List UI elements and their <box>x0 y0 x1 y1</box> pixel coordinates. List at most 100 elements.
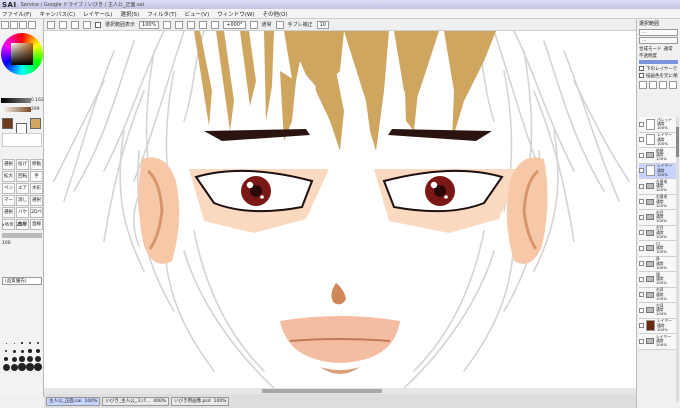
eye-icon[interactable] <box>639 276 644 282</box>
menu-select[interactable]: 選択(S) <box>120 10 139 18</box>
rotation-field[interactable]: +000° <box>223 20 246 29</box>
opacity-slider[interactable] <box>639 60 678 64</box>
tool-select-pen[interactable]: 選択ペン <box>30 195 43 206</box>
layer-row[interactable]: 左目 通常 100% <box>639 225 679 241</box>
brush-preset[interactable] <box>26 339 34 347</box>
brush-size-min[interactable]: x 5.0 <box>2 223 13 228</box>
layer-scroll-thumb[interactable] <box>676 127 679 157</box>
layer-effect-button[interactable]: … <box>639 29 678 36</box>
brush-preset[interactable] <box>10 355 18 363</box>
eye-icon[interactable] <box>639 307 644 313</box>
new-layer-icon[interactable] <box>639 81 647 89</box>
layer-row[interactable]: 右目 通常 100% <box>639 210 679 226</box>
eye-icon[interactable] <box>639 183 644 189</box>
brush-size-slider[interactable] <box>2 233 42 238</box>
color-square[interactable] <box>11 43 33 65</box>
hsv-slider-icon[interactable] <box>19 21 27 29</box>
rotate-right-icon[interactable] <box>211 20 220 29</box>
eye-icon[interactable] <box>639 121 644 127</box>
layer-row[interactable]: パレット 通常 100% <box>639 117 679 133</box>
eye-icon[interactable] <box>639 323 644 329</box>
layer-row[interactable]: 口通常 100% <box>639 241 679 257</box>
eye-icon[interactable] <box>639 292 644 298</box>
layer-row-selected[interactable]: レイヤー 通常 100% <box>639 163 679 179</box>
eye-icon[interactable] <box>639 261 644 267</box>
tool-watercolor[interactable]: 水彩 <box>30 183 43 194</box>
hue-slider[interactable] <box>1 107 31 112</box>
brush-preset[interactable] <box>18 339 26 347</box>
brush-preset[interactable] <box>10 363 18 371</box>
brush-preset[interactable] <box>10 347 18 355</box>
scroll-thumb[interactable] <box>262 389 382 393</box>
density-value[interactable]: 100 <box>2 241 11 246</box>
palette-icon[interactable] <box>28 21 36 29</box>
tool-select[interactable]: 選択 <box>2 159 15 170</box>
brush-preset[interactable] <box>34 347 42 355</box>
tool-rotate[interactable]: 回転 <box>16 171 29 182</box>
layer-row[interactable]: 右眉毛 通常 100% <box>639 194 679 210</box>
brush-preset[interactable] <box>18 363 26 371</box>
rotate-left-icon[interactable] <box>199 20 208 29</box>
clip-checkbox[interactable] <box>639 66 644 71</box>
brush-preset[interactable] <box>18 355 26 363</box>
layer-row[interactable]: 左眉毛 通常 100% <box>639 179 679 195</box>
eye-icon[interactable] <box>639 230 644 236</box>
doc-tab-third[interactable]: いびき用画像.psd 100% <box>171 396 230 406</box>
menu-other[interactable]: その他(O) <box>262 10 287 18</box>
swatch-strip[interactable] <box>2 133 42 147</box>
layer-row[interactable]: レイヤー 通常 100% <box>639 334 679 350</box>
eye-icon[interactable] <box>639 338 644 344</box>
tool-pen[interactable]: ペン <box>2 183 15 194</box>
layer-effect-button-2[interactable]: … <box>639 37 678 44</box>
tool-line[interactable]: 直線 <box>30 219 43 230</box>
stabilizer-value[interactable]: 10 <box>316 20 329 29</box>
protect-checkbox[interactable] <box>639 73 644 78</box>
brush-preset[interactable] <box>34 355 42 363</box>
layer-row[interactable]: 右耳 通常 100% <box>639 287 679 303</box>
color-wheel[interactable] <box>1 33 43 75</box>
doc-tab-second[interactable]: いびき_主人公_スパ... 400% <box>102 396 170 406</box>
menu-layer[interactable]: レイヤー(L) <box>83 10 112 18</box>
blend-value[interactable]: 通常 <box>664 46 673 52</box>
tool-bucket[interactable]: バケツ <box>16 207 29 218</box>
delete-layer-icon[interactable] <box>669 81 677 89</box>
brush-preset[interactable] <box>34 363 42 371</box>
layer-scrollbar[interactable] <box>676 117 679 402</box>
layer-row[interactable]: 左耳 通常 100% <box>639 303 679 319</box>
brush-shape-dropdown[interactable]: (品質優先) <box>2 277 42 285</box>
eye-icon[interactable] <box>639 199 644 205</box>
menu-canvas[interactable]: キャンバス(C) <box>39 10 75 18</box>
tool-hand[interactable]: 手 <box>30 171 43 182</box>
tool-eraser[interactable]: 消しゴム <box>16 195 29 206</box>
drawing-canvas[interactable] <box>44 31 636 388</box>
brush-preset[interactable] <box>26 347 34 355</box>
brush-preset[interactable] <box>2 363 10 371</box>
eye-icon[interactable] <box>639 245 644 251</box>
tool-move[interactable]: 移動 <box>30 159 43 170</box>
eye-icon[interactable] <box>639 214 644 220</box>
tertiary-color-swatch[interactable] <box>30 118 41 129</box>
layer-row[interactable]: 顔通常 100% <box>639 272 679 288</box>
merge-icon[interactable] <box>659 81 667 89</box>
primary-color-swatch[interactable] <box>2 118 13 129</box>
menu-filter[interactable]: フィルタ(T) <box>147 10 177 18</box>
brush-preset[interactable] <box>2 347 10 355</box>
brush-preset[interactable] <box>26 355 34 363</box>
brush-preset[interactable] <box>2 339 10 347</box>
brush-size-max[interactable]: 25.0 <box>16 223 26 228</box>
blend-label[interactable]: 通常 <box>262 21 272 28</box>
redo-icon[interactable] <box>59 20 67 29</box>
layer-row[interactable]: 鼻通常 100% <box>639 256 679 272</box>
tool-select-eraser[interactable]: 選択消し <box>2 207 15 218</box>
menu-file[interactable]: ファイル(F) <box>2 10 31 18</box>
layer-row[interactable]: レイヤー 通常 100% <box>639 132 679 148</box>
menu-window[interactable]: ウィンドウ(W) <box>217 10 254 18</box>
tool-lasso[interactable]: 投げ縄 <box>16 159 29 170</box>
undo-icon[interactable] <box>47 20 55 29</box>
new-folder-icon[interactable] <box>649 81 657 89</box>
menu-view[interactable]: ビュー(V) <box>185 10 210 18</box>
eye-icon[interactable] <box>639 152 644 158</box>
brush-preset[interactable] <box>18 347 26 355</box>
doc-tab-main[interactable]: 主人公_正面.sai 100% <box>46 396 101 406</box>
deselect-icon[interactable] <box>71 20 79 29</box>
